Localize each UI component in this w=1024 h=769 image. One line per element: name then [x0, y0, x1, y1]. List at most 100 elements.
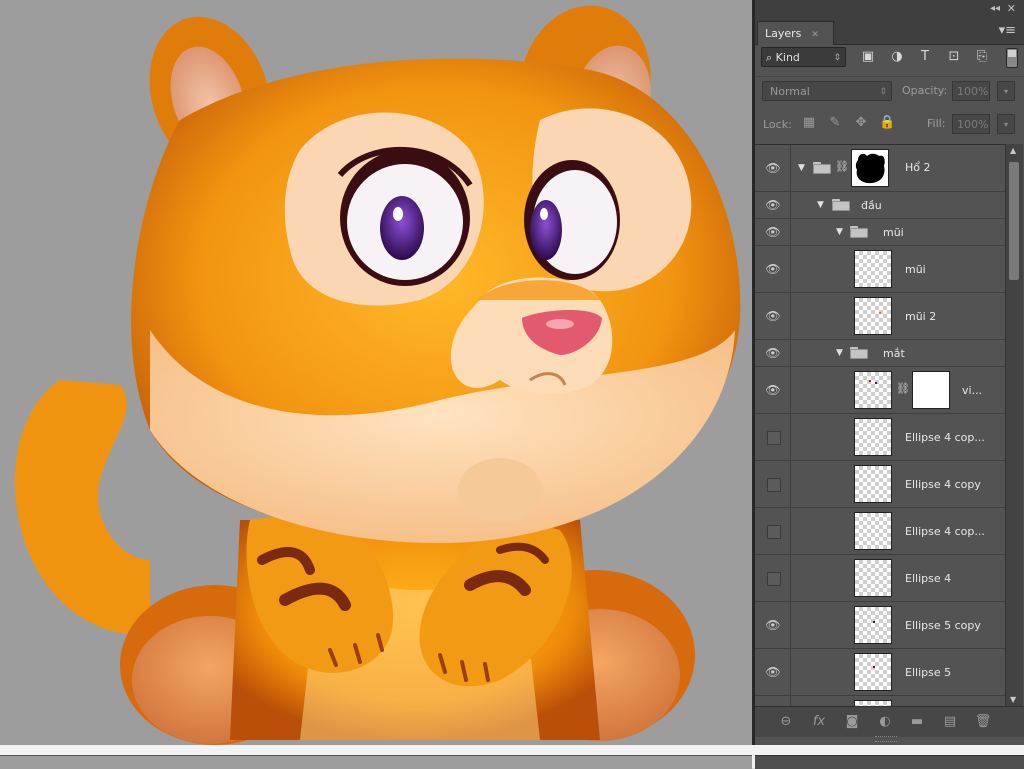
type-filter-icon[interactable]: T [916, 49, 934, 65]
eye-icon[interactable]: 👁 [765, 225, 781, 239]
layer-row[interactable]: 👁 mũi [755, 246, 1005, 293]
scrollbar-thumb[interactable] [1009, 162, 1019, 280]
search-icon: ⌕ [766, 51, 773, 64]
eye-icon[interactable]: 👁 [765, 309, 781, 323]
panel-menu-icon[interactable]: ▾≡ [999, 23, 1016, 38]
lock-row: Lock: ▦ ✎ ✥ 🔒 Fill: 100% ▾ [755, 110, 1024, 138]
eye-icon[interactable]: 👁 [765, 618, 781, 632]
eye-icon[interactable]: 👁 [765, 383, 781, 397]
layer-thumbnail[interactable] [854, 559, 892, 597]
lock-pixels-icon[interactable]: ✎ [827, 115, 843, 131]
adjustment-layer-icon[interactable]: ◐ [876, 714, 894, 730]
layer-thumbnail[interactable] [854, 465, 892, 503]
layer-row[interactable]: 👁 ▼ mắt [755, 340, 1005, 367]
hidden-visibility-box[interactable] [767, 478, 781, 492]
expand-arrow-icon[interactable]: ▼ [836, 348, 843, 358]
visibility-cell [755, 508, 791, 554]
layer-row[interactable]: 👁 ▼ đầu [755, 192, 1005, 219]
select-arrows-icon: ⇕ [879, 87, 887, 97]
layer-thumbnail[interactable] [854, 653, 892, 691]
select-arrows-icon: ⇕ [833, 53, 841, 63]
fill-dropdown-icon[interactable]: ▾ [997, 114, 1015, 134]
visibility-cell: 👁 [755, 649, 791, 695]
visibility-cell: 👁 [755, 145, 791, 191]
layer-thumbnail[interactable] [854, 606, 892, 644]
layer-row[interactable]: Ellipse 4 cop... [755, 508, 1005, 555]
eye-icon[interactable]: 👁 [765, 262, 781, 276]
layer-name: mũi 2 [905, 310, 937, 323]
lock-position-icon[interactable]: ✥ [853, 115, 869, 131]
scroll-down-icon[interactable]: ▼ [1010, 695, 1016, 704]
layer-thumbnail[interactable] [854, 371, 892, 409]
add-mask-icon[interactable]: ◙ [843, 714, 861, 730]
layer-name: mũi [905, 263, 926, 276]
chain-link-icon[interactable]: ⛓ [835, 160, 849, 173]
folder-icon [813, 162, 831, 174]
delete-layer-icon[interactable]: 🗑 [974, 714, 992, 730]
blend-mode-select[interactable]: Normal ⇕ [762, 81, 892, 101]
shape-filter-icon[interactable]: ⊡ [945, 49, 963, 65]
close-tab-icon[interactable]: ✕ [811, 30, 819, 40]
layer-thumbnail[interactable] [854, 297, 892, 335]
eye-icon[interactable]: 👁 [765, 665, 781, 679]
filter-toggle[interactable] [1006, 48, 1018, 68]
tab-layers[interactable]: Layers ✕ [757, 21, 834, 45]
scroll-up-icon[interactable]: ▲ [1010, 146, 1016, 155]
eye-icon[interactable]: 👁 [765, 346, 781, 360]
lock-all-icon[interactable]: 🔒 [879, 115, 895, 131]
layer-row[interactable]: 👁 Ellipse 5 copy [755, 602, 1005, 649]
layer-row[interactable]: 👁 mũi 2 [755, 293, 1005, 340]
layer-row[interactable]: 👁 Ellipse 5 [755, 649, 1005, 696]
chain-link-icon[interactable]: ⛓ [896, 382, 910, 395]
smart-object-filter-icon[interactable]: ⎘ [973, 49, 991, 65]
visibility-cell: 👁 [755, 192, 791, 218]
layer-name: Ellipse 4 cop... [905, 431, 985, 444]
link-layers-icon[interactable]: ⊖ [777, 714, 795, 730]
new-group-icon[interactable]: ▬ [908, 714, 926, 730]
layer-row[interactable]: 👁 ▼ ⛓ Hổ 2 [755, 145, 1005, 192]
hidden-visibility-box[interactable] [767, 572, 781, 586]
eye-icon[interactable]: 👁 [765, 198, 781, 212]
visibility-cell [755, 461, 791, 507]
lock-transparency-icon[interactable]: ▦ [801, 115, 817, 131]
new-layer-icon[interactable]: ▤ [941, 714, 959, 730]
opacity-dropdown-icon[interactable]: ▾ [997, 81, 1015, 101]
layers-scrollbar[interactable]: ▲ ▼ [1005, 144, 1023, 706]
hidden-visibility-box[interactable] [767, 431, 781, 445]
image-filter-icon[interactable]: ▣ [859, 49, 877, 65]
second-document-canvas [0, 755, 752, 769]
layer-thumbnail[interactable] [854, 250, 892, 288]
adjustment-filter-icon[interactable]: ◑ [888, 49, 906, 65]
collapse-panel-icon[interactable]: ◂◂ [990, 3, 1000, 14]
layer-row[interactable]: Ellipse 4 copy [755, 461, 1005, 508]
expand-arrow-icon[interactable]: ▼ [798, 163, 805, 173]
layer-name: Ellipse 5 [905, 666, 952, 679]
visibility-cell: 👁 [755, 293, 791, 339]
kind-label: Kind [775, 51, 800, 64]
layer-thumbnail[interactable] [854, 512, 892, 550]
layer-row[interactable]: 👁 ⛓ vi... [755, 367, 1005, 414]
layer-row[interactable]: Ellipse 4 [755, 555, 1005, 602]
close-panel-icon[interactable]: ✕ [1007, 2, 1016, 15]
fx-icon[interactable]: fx [810, 714, 828, 730]
panel-resize-grip[interactable] [875, 736, 897, 742]
eye-icon[interactable]: 👁 [765, 161, 781, 175]
expand-arrow-icon[interactable]: ▼ [817, 200, 824, 210]
layer-row[interactable]: 👁 ▼ mũi [755, 219, 1005, 246]
layer-row[interactable]: Ellipse 4 cop... [755, 414, 1005, 461]
expand-arrow-icon[interactable]: ▼ [836, 227, 843, 237]
layer-mask-thumbnail[interactable] [912, 371, 950, 409]
layer-name: Ellipse 4 [905, 572, 952, 585]
visibility-cell: 👁 [755, 602, 791, 648]
group-mask-thumbnail[interactable] [851, 149, 889, 187]
filter-kind-select[interactable]: ⌕ Kind ⇕ [761, 47, 846, 67]
opacity-field[interactable]: 100% [952, 81, 990, 101]
layer-name: Ellipse 4 cop... [905, 525, 985, 538]
document-canvas[interactable] [0, 0, 753, 745]
layer-name: vi... [962, 384, 983, 397]
visibility-cell: 👁 [755, 340, 791, 366]
layer-thumbnail[interactable] [854, 418, 892, 456]
fill-field[interactable]: 100% [952, 114, 990, 134]
hidden-visibility-box[interactable] [767, 525, 781, 539]
layer-name: Ellipse 4 copy [905, 478, 981, 491]
